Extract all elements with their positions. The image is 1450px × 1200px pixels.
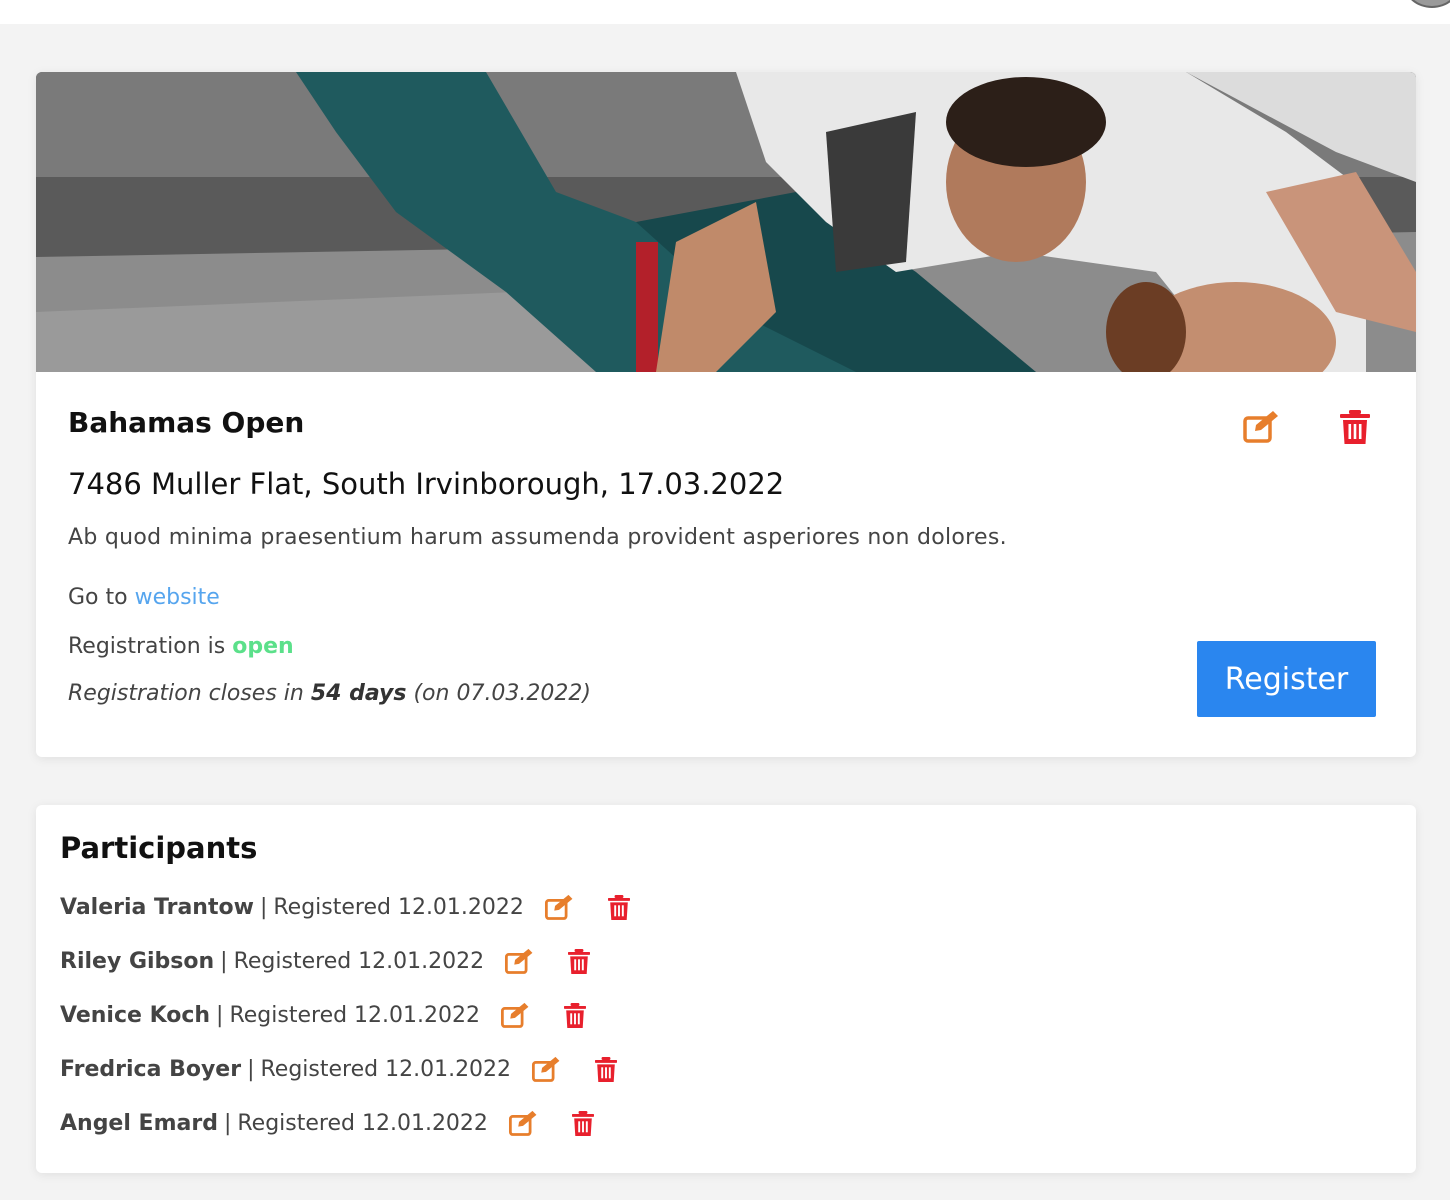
- edit-icon[interactable]: [531, 1056, 561, 1083]
- registration-closes-days: 54 days: [310, 681, 407, 706]
- participant-name: Venice Koch: [60, 1002, 211, 1028]
- participant-separator: |: [259, 894, 268, 920]
- participant-name: Fredrica Boyer: [60, 1056, 242, 1082]
- participant-row: Valeria Trantow | Registered 12.01.2022: [60, 890, 630, 924]
- register-button[interactable]: Register: [1197, 641, 1376, 717]
- registration-status-badge: open: [232, 634, 294, 659]
- edit-icon[interactable]: [504, 948, 534, 975]
- participant-registered-date: Registered 12.01.2022: [233, 948, 485, 974]
- participant-row: Riley Gibson | Registered 12.01.2022: [60, 944, 591, 978]
- participant-separator: |: [220, 948, 228, 974]
- participant-row: Venice Koch | Registered 12.01.2022: [60, 998, 587, 1032]
- participant-row: Fredrica Boyer | Registered 12.01.2022: [60, 1052, 618, 1086]
- participant-name: Valeria Trantow: [60, 894, 254, 920]
- event-location-date: 7486 Muller Flat, South Irvinborough, 17…: [68, 467, 785, 501]
- event-description: Ab quod minima praesentium harum assumen…: [68, 525, 1007, 550]
- edit-icon[interactable]: [544, 894, 574, 921]
- participant-separator: |: [247, 1056, 255, 1082]
- edit-icon[interactable]: [1242, 410, 1280, 448]
- participant-name: Angel Emard: [60, 1110, 218, 1136]
- trash-icon[interactable]: [595, 1056, 618, 1082]
- top-bar: [0, 0, 1450, 24]
- website-prefix: Go to: [68, 585, 128, 610]
- edit-icon[interactable]: [508, 1110, 538, 1137]
- event-card: Bahamas Open 7486 Muller Flat, South Irv…: [36, 72, 1416, 757]
- registration-status-prefix: Registration is: [68, 634, 226, 659]
- website-row: Go to website: [68, 585, 220, 610]
- participant-separator: |: [223, 1110, 232, 1136]
- registration-closes-date: (on 07.03.2022): [413, 681, 591, 706]
- trash-icon[interactable]: [1340, 410, 1370, 448]
- participant-registered-date: Registered 12.01.2022: [273, 894, 524, 920]
- participants-card: Participants Valeria Trantow | Registere…: [36, 805, 1416, 1173]
- event-hero-image: [36, 72, 1416, 372]
- website-link[interactable]: website: [135, 585, 220, 610]
- event-title: Bahamas Open: [68, 406, 305, 439]
- registration-closes-row: Registration closes in 54 days (on 07.03…: [68, 681, 591, 706]
- participant-name: Riley Gibson: [60, 948, 215, 974]
- trash-icon[interactable]: [564, 1002, 587, 1028]
- participants-title: Participants: [60, 831, 258, 865]
- participant-registered-date: Registered 12.01.2022: [260, 1056, 512, 1082]
- participant-registered-date: Registered 12.01.2022: [237, 1110, 488, 1136]
- participant-row: Angel Emard | Registered 12.01.2022: [60, 1106, 594, 1140]
- trash-icon[interactable]: [607, 894, 630, 920]
- registration-closes-prefix: Registration closes in: [68, 681, 304, 706]
- participant-registered-date: Registered 12.01.2022: [229, 1002, 481, 1028]
- edit-icon[interactable]: [500, 1002, 530, 1029]
- participant-separator: |: [216, 1002, 224, 1028]
- trash-icon[interactable]: [571, 1110, 594, 1136]
- registration-status-row: Registration is open: [68, 634, 294, 659]
- avatar[interactable]: [1404, 0, 1450, 8]
- trash-icon[interactable]: [568, 948, 591, 974]
